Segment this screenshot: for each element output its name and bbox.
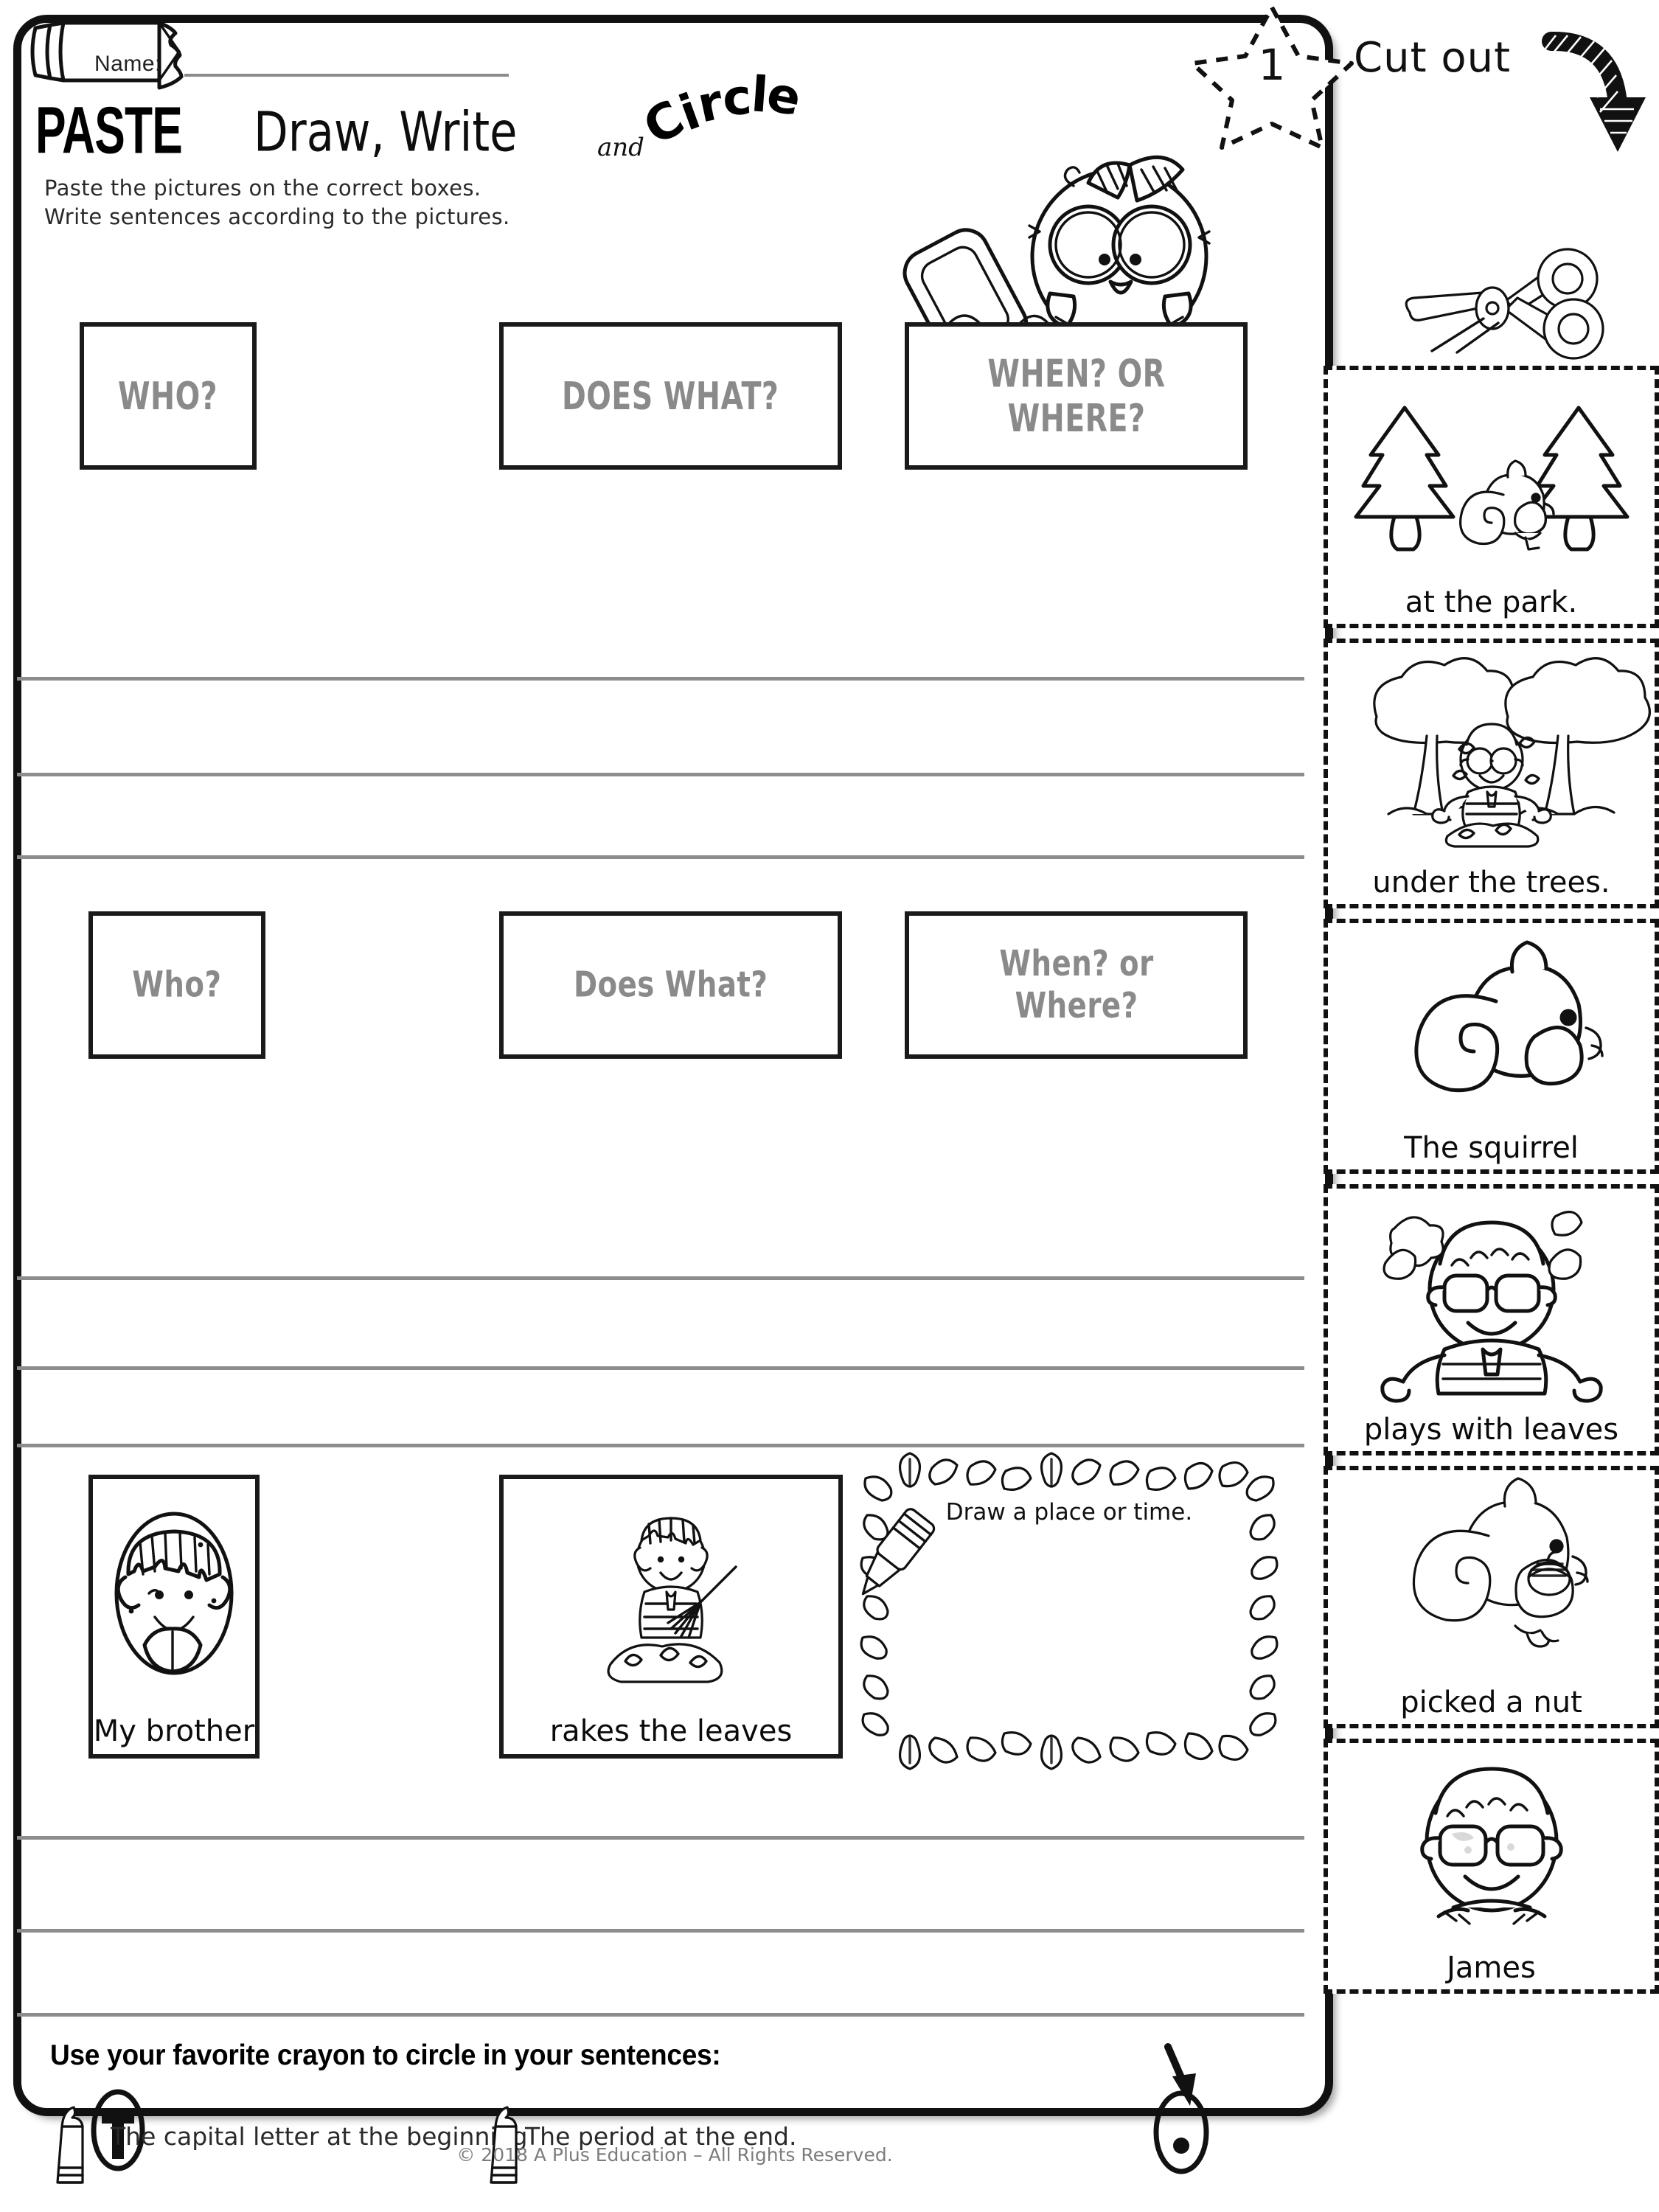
boy-face-glasses-icon [1328,1743,1655,1951]
paste-box-label: When? or Where? [998,942,1154,1027]
cut-card-label: The squirrel [1404,1131,1579,1165]
cut-card-plays-with-leaves[interactable]: plays with leaves [1324,1184,1659,1455]
paste-box-who-caps[interactable]: WHO? [80,322,257,470]
cut-card-label: picked a nut [1400,1686,1582,1719]
boy-face-icon [93,1479,255,1714]
draw-place-or-time-box[interactable]: Draw a place or time. [855,1449,1283,1773]
trees-with-squirrel-icon [1328,370,1655,585]
write-line[interactable] [17,855,1304,859]
example-card-my-brother[interactable]: My brother [88,1475,260,1759]
cut-card-label: plays with leaves [1363,1413,1619,1447]
write-line[interactable] [17,677,1304,681]
cut-card-label: under the trees. [1372,866,1610,900]
boy-with-leaves-icon [1328,1189,1655,1413]
write-line[interactable] [17,1276,1304,1280]
paste-box-label: Does What? [573,964,768,1006]
title-word-circle: Circle [634,65,807,156]
copyright-footer: © 2018 A Plus Education – All Rights Res… [456,2144,893,2166]
name-pencil-icon: Name: [27,18,184,90]
title-circle-c2: c [720,68,754,128]
star-number: 1 [1258,40,1286,90]
name-label: Name: [94,52,161,76]
cut-card-the-squirrel[interactable]: The squirrel [1324,919,1659,1174]
cut-card-under-the-trees[interactable]: under the trees. [1324,639,1659,908]
title-word-paste: PASTE [35,94,183,168]
cut-card-at-the-park[interactable]: at the park. [1324,366,1659,628]
paste-box-label: WHO? [118,373,218,419]
cut-card-label: James [1447,1951,1536,1985]
paste-box-does-what-lower[interactable]: Does What? [499,911,842,1059]
squirrel-icon [1328,923,1655,1131]
title-conjunction: and [597,133,644,162]
example-card-rakes-the-leaves[interactable]: rakes the leaves [499,1475,843,1759]
write-line[interactable] [17,1366,1304,1370]
owl-with-glue-icon [876,112,1245,408]
paste-box-label: DOES WHAT? [562,373,779,419]
curved-arrow-icon [1541,29,1652,155]
instruction-line-1: Paste the pictures on the correct boxes. [44,175,481,201]
example-card-label: My brother [93,1714,255,1748]
paste-box-label: WHEN? OR WHERE? [987,351,1166,441]
paste-box-when-where-caps[interactable]: WHEN? OR WHERE? [905,322,1248,470]
title-word-draw-write: Draw, Write [254,100,518,164]
leaf-border-frame [860,1452,1279,1770]
write-line[interactable] [17,1836,1304,1840]
paste-box-does-what-caps[interactable]: DOES WHAT? [499,322,842,470]
name-write-line[interactable] [184,74,509,77]
cut-card-label: at the park. [1405,585,1578,619]
instructions-block: Paste the pictures on the correct boxes.… [44,174,510,232]
write-line[interactable] [17,1444,1304,1447]
down-arrow-icon [1156,2043,1208,2110]
boy-under-trees-icon [1328,643,1655,866]
bottom-heading: Use your favorite crayon to circle in yo… [50,2039,721,2071]
paste-box-who-lower[interactable]: Who? [88,911,265,1059]
cut-out-label: Cut out [1354,34,1512,82]
paste-box-label: Who? [132,964,222,1006]
cut-card-james[interactable]: James [1324,1739,1659,1994]
squirrel-with-nut-icon [1328,1470,1655,1686]
paste-box-when-where-lower[interactable]: When? or Where? [905,911,1248,1059]
scissors-icon [1354,248,1646,360]
example-card-label: rakes the leaves [549,1714,793,1748]
write-line[interactable] [17,1929,1304,1933]
cut-card-picked-a-nut[interactable]: picked a nut [1324,1466,1659,1728]
boy-raking-leaves-icon [504,1479,838,1714]
instruction-line-2: Write sentences according to the picture… [44,204,510,229]
write-line[interactable] [17,773,1304,776]
draw-box-label: Draw a place or time. [945,1499,1193,1526]
write-line[interactable] [17,2013,1304,2017]
worksheet-page: Name: 1 Cut out PASTE Draw, Write and Ci… [0,0,1659,2212]
